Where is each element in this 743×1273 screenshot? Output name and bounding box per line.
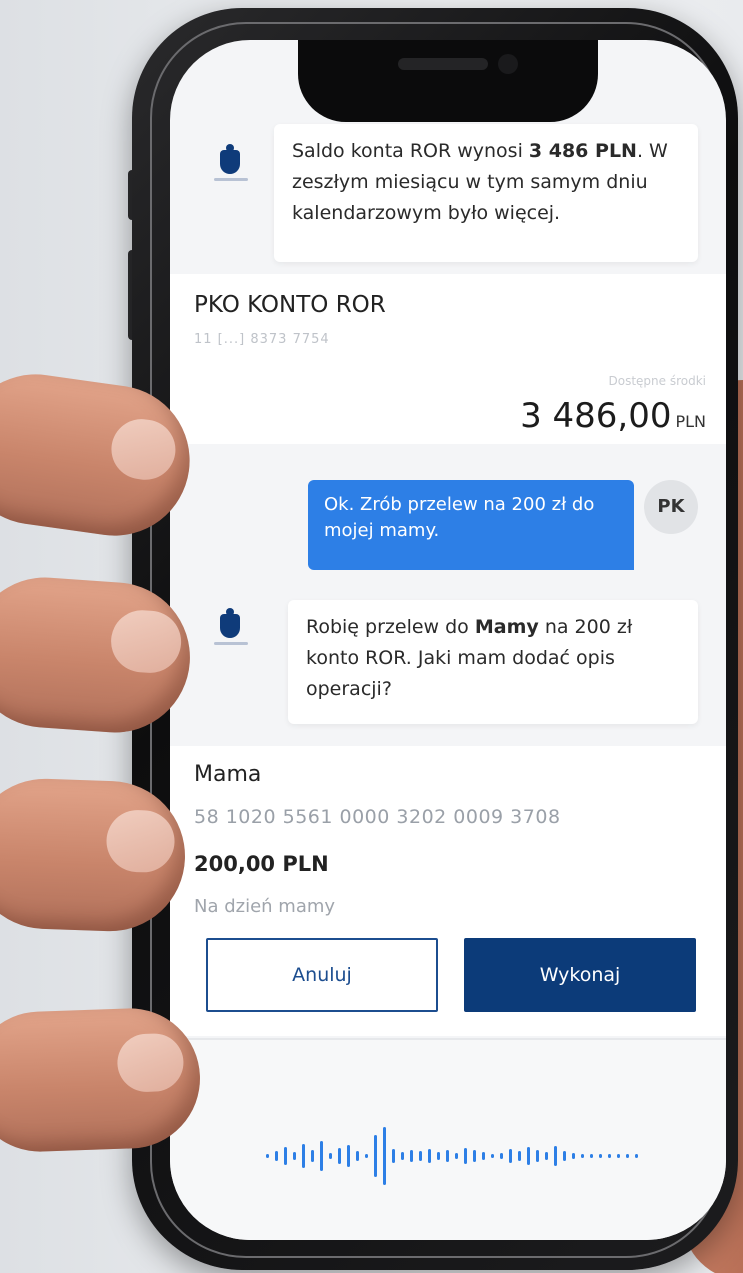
transfer-amount: 200,00 PLN	[194, 852, 329, 876]
bot-message: Robię przelew do Mamy na 200 zł konto RO…	[288, 600, 698, 724]
waveform-bar	[320, 1141, 323, 1171]
waveform-bar	[608, 1154, 611, 1158]
speaker-grille	[398, 58, 488, 70]
waveform-bar	[473, 1150, 476, 1162]
balance-amount: 3 486,00 PLN	[520, 396, 706, 436]
waveform-bar	[401, 1152, 404, 1160]
bot-avatar-logo-icon	[214, 144, 248, 186]
phone-notch	[298, 40, 598, 122]
waveform-bar	[635, 1154, 638, 1158]
photo-scene: Saldo konta ROR wynosi 3 486 PLN. W zesz…	[0, 0, 743, 1273]
waveform-bar	[572, 1153, 575, 1159]
waveform-bar	[437, 1152, 440, 1160]
account-number: 11 [...] 8373 7754	[194, 332, 330, 347]
waveform-bar	[581, 1154, 584, 1158]
waveform-bar	[311, 1150, 314, 1162]
recipient-name: Mama	[194, 762, 262, 787]
waveform-bar	[599, 1154, 602, 1158]
waveform-bar	[536, 1150, 539, 1162]
waveform-bar	[347, 1145, 350, 1167]
account-name: PKO KONTO ROR	[194, 292, 386, 318]
confirm-transfer-button[interactable]: Wykonaj	[464, 938, 696, 1012]
waveform-bar	[374, 1135, 377, 1177]
waveform-bar	[500, 1153, 503, 1159]
waveform-bar	[545, 1152, 548, 1160]
waveform-bar	[383, 1127, 386, 1185]
waveform-bar	[356, 1151, 359, 1161]
balance-value: 3 486,00	[520, 396, 672, 436]
bot-message: Saldo konta ROR wynosi 3 486 PLN. W zesz…	[274, 124, 698, 262]
voice-waveform-icon[interactable]	[170, 1040, 726, 1240]
waveform-bar	[446, 1150, 449, 1162]
waveform-bar	[428, 1149, 431, 1163]
transfer-description: Na dzień mamy	[194, 896, 336, 917]
transfer-confirmation-card: Mama 58 1020 5561 0000 3202 0009 3708 20…	[170, 746, 726, 1036]
account-balance-card[interactable]: PKO KONTO ROR 11 [...] 8373 7754 Dostępn…	[170, 274, 726, 444]
waveform-bar	[464, 1148, 467, 1164]
waveform-bar	[482, 1152, 485, 1160]
voice-input-area[interactable]	[170, 1040, 726, 1240]
waveform-bar	[491, 1154, 494, 1158]
waveform-bar	[338, 1148, 341, 1164]
waveform-bar	[275, 1151, 278, 1161]
waveform-bar	[554, 1146, 557, 1166]
waveform-bar	[293, 1152, 296, 1160]
waveform-bar	[410, 1150, 413, 1162]
waveform-bar	[392, 1149, 395, 1163]
user-message: Ok. Zrób przelew na 200 zł do mojej mamy…	[308, 480, 634, 570]
waveform-bar	[329, 1153, 332, 1159]
finger-ring	[0, 776, 188, 934]
waveform-bar	[266, 1154, 269, 1158]
waveform-bar	[617, 1154, 620, 1158]
waveform-bar	[563, 1151, 566, 1161]
balance-currency: PLN	[675, 412, 706, 431]
waveform-bar	[626, 1154, 629, 1158]
bot-avatar-logo-icon	[214, 608, 248, 650]
waveform-bar	[509, 1149, 512, 1163]
waveform-bar	[365, 1154, 368, 1158]
waveform-bar	[590, 1154, 593, 1158]
user-avatar: PK	[644, 480, 698, 534]
front-camera	[498, 54, 518, 74]
balance-label: Dostępne środki	[608, 374, 706, 388]
waveform-bar	[302, 1144, 305, 1168]
waveform-bar	[284, 1147, 287, 1165]
waveform-bar	[455, 1153, 458, 1159]
finger-pinky	[0, 1006, 203, 1154]
cancel-button[interactable]: Anuluj	[206, 938, 438, 1012]
waveform-bar	[527, 1147, 530, 1165]
phone-screen: Saldo konta ROR wynosi 3 486 PLN. W zesz…	[170, 40, 726, 1240]
waveform-bar	[419, 1151, 422, 1161]
waveform-bar	[518, 1151, 521, 1161]
recipient-account-number: 58 1020 5561 0000 3202 0009 3708	[194, 806, 561, 828]
